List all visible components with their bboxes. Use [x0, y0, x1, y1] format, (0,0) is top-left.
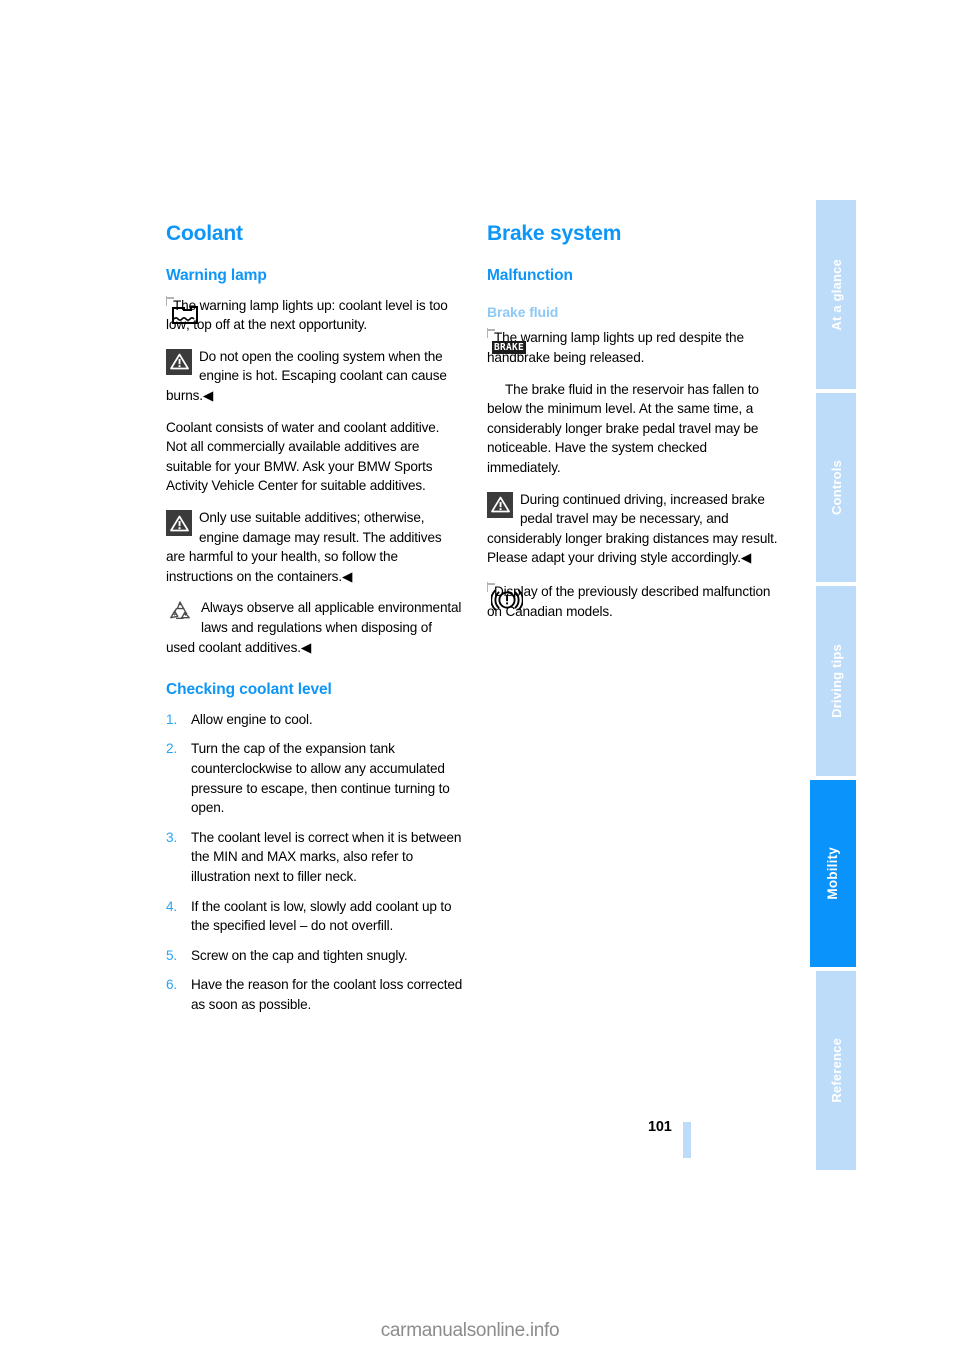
- list-item: 3. The coolant level is correct when it …: [166, 828, 463, 887]
- sidebar-tab-at-a-glance[interactable]: At a glance: [816, 200, 856, 390]
- brake-caution-text: During continued driving, increased brak…: [487, 491, 778, 566]
- sidebar-tab-reference[interactable]: Reference: [816, 970, 856, 1170]
- environment-text: Always observe all applicable environmen…: [166, 600, 462, 655]
- sidebar-tab-label: Mobility: [825, 846, 841, 900]
- heading-warning-lamp: Warning lamp: [166, 267, 267, 285]
- step-text: Allow engine to cool.: [191, 711, 313, 727]
- step-text: The coolant level is correct when it is …: [191, 829, 462, 884]
- brake-lamp-note: BRAKE The warning lamp lights up red des…: [487, 328, 784, 367]
- step-text: If the coolant is low, slowly add coolan…: [191, 898, 452, 934]
- brake-lamp-word: BRAKE: [491, 340, 527, 355]
- checking-coolant-steps: 1. Allow engine to cool. 2. Turn the cap…: [166, 710, 463, 1015]
- coolant-caution-text: Do not open the cooling system when the …: [166, 348, 447, 404]
- warning-triangle-icon: [487, 491, 513, 518]
- section-tab-strip: At a glance Controls Driving tips Mobili…: [810, 200, 856, 1170]
- heading-checking-coolant-level: Checking coolant level: [166, 681, 332, 699]
- environment-note: Always observe all applicable environmen…: [166, 598, 463, 657]
- step-number: 6.: [166, 977, 178, 993]
- step-number: 4.: [166, 898, 178, 914]
- heading-malfunction: Malfunction: [487, 267, 573, 285]
- sidebar-tab-label: Reference: [828, 1038, 844, 1103]
- coolant-additive-paragraph: Coolant consists of water and coolant ad…: [166, 419, 440, 494]
- list-item: 1. Allow engine to cool.: [166, 710, 463, 730]
- sidebar-tab-label: Driving tips: [828, 644, 844, 718]
- coolant-lamp-text: The warning lamp lights up: coolant leve…: [166, 297, 448, 333]
- warning-triangle-icon: [166, 510, 192, 537]
- sidebar-tab-label: Controls: [828, 460, 844, 516]
- page-title-brake-system: Brake system: [487, 222, 622, 245]
- step-text: Screw on the cap and tighten snugly.: [191, 947, 408, 963]
- step-number: 3.: [166, 829, 178, 845]
- canadian-lamp-note: Display of the previously described malf…: [487, 582, 784, 621]
- page-title-coolant: Coolant: [166, 222, 243, 245]
- list-item: 6. Have the reason for the coolant loss …: [166, 975, 463, 1014]
- additives-caution-text: Only use suitable additives; otherwise, …: [166, 510, 442, 584]
- step-number: 5.: [166, 947, 178, 963]
- watermark: carmanualsonline.info: [380, 1320, 560, 1341]
- sidebar-tab-label: At a glance: [828, 258, 844, 331]
- brake-caution-note: During continued driving, increased brak…: [487, 490, 784, 568]
- brake-fluid-paragraph: The brake fluid in the reservoir has fal…: [487, 381, 759, 476]
- page-number: 101: [648, 1119, 672, 1135]
- recycling-icon: [166, 599, 194, 630]
- coolant-lamp-note: The warning lamp lights up: coolant leve…: [166, 295, 463, 335]
- list-item: 5. Screw on the cap and tighten snugly.: [166, 946, 463, 966]
- heading-brake-fluid: Brake fluid: [487, 303, 559, 320]
- canadian-lamp-text: Display of the previously described malf…: [487, 584, 771, 619]
- list-item: 4. If the coolant is low, slowly add coo…: [166, 897, 463, 936]
- warning-triangle-icon: [166, 348, 192, 375]
- list-item: 2. Turn the cap of the expansion tank co…: [166, 739, 463, 817]
- step-text: Have the reason for the coolant loss cor…: [191, 977, 463, 1012]
- sidebar-tab-mobility[interactable]: Mobility: [810, 779, 856, 967]
- step-number: 1.: [166, 711, 178, 727]
- coolant-caution-note: Do not open the cooling system when the …: [166, 347, 463, 406]
- left-text-column: Coolant Warning lamp The warning lamp li…: [166, 222, 463, 1025]
- manual-page: At a glance Controls Driving tips Mobili…: [0, 0, 960, 1358]
- step-number: 2.: [166, 741, 178, 757]
- brake-lamp-text: The warning lamp lights up red despite t…: [487, 330, 744, 366]
- page-number-bar: [683, 1122, 691, 1158]
- sidebar-tab-controls[interactable]: Controls: [816, 393, 856, 583]
- step-text: Turn the cap of the expansion tank count…: [191, 741, 450, 816]
- right-text-column: Brake system Malfunction Brake fluid BRA…: [487, 222, 784, 633]
- additives-caution-note: Only use suitable additives; otherwise, …: [166, 508, 463, 586]
- sidebar-tab-driving-tips[interactable]: Driving tips: [816, 586, 856, 776]
